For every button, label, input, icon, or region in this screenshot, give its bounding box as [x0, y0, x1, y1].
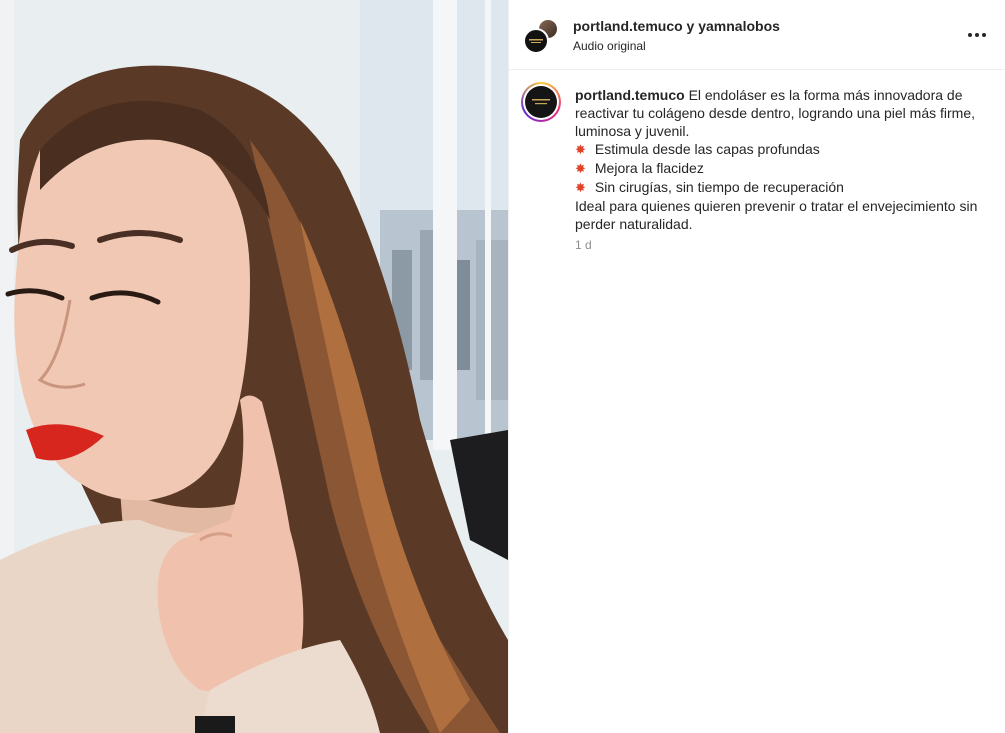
audio-label[interactable]: Audio original [573, 39, 646, 53]
post-timestamp[interactable]: 1 d [575, 238, 592, 252]
post-photo [0, 0, 508, 733]
post-header: portland.temuco y yamnalobos Audio origi… [509, 0, 1005, 70]
caption-username[interactable]: portland.temuco [575, 87, 685, 103]
caption-bullet: ✸ Estimula desde las capas profundas [575, 141, 820, 157]
post-media[interactable] [0, 0, 508, 733]
author-avatar[interactable] [523, 28, 549, 54]
more-options-icon[interactable] [965, 26, 989, 44]
brand-logo-icon [525, 30, 547, 52]
post-details-panel: portland.temuco y yamnalobos Audio origi… [508, 0, 1005, 733]
post-collab-title[interactable]: portland.temuco y yamnalobos [573, 18, 780, 34]
caption-text: portland.temuco El endoláser es la forma… [575, 86, 985, 233]
caption-outro: Ideal para quienes quieren prevenir o tr… [575, 198, 978, 232]
collision-icon: ✸ [575, 161, 586, 176]
collision-icon: ✸ [575, 180, 586, 195]
caption-bullet: ✸ Sin cirugías, sin tiempo de recuperaci… [575, 179, 844, 195]
caption-block: portland.temuco El endoláser es la forma… [509, 70, 1005, 252]
caption-author-avatar[interactable] [525, 86, 557, 118]
story-ring[interactable] [521, 82, 561, 122]
post-viewer: portland.temuco y yamnalobos Audio origi… [0, 0, 1005, 733]
collision-icon: ✸ [575, 142, 586, 157]
brand-logo-icon [532, 99, 550, 105]
collab-avatars[interactable] [523, 18, 559, 54]
caption-bullet: ✸ Mejora la flacidez [575, 160, 704, 176]
